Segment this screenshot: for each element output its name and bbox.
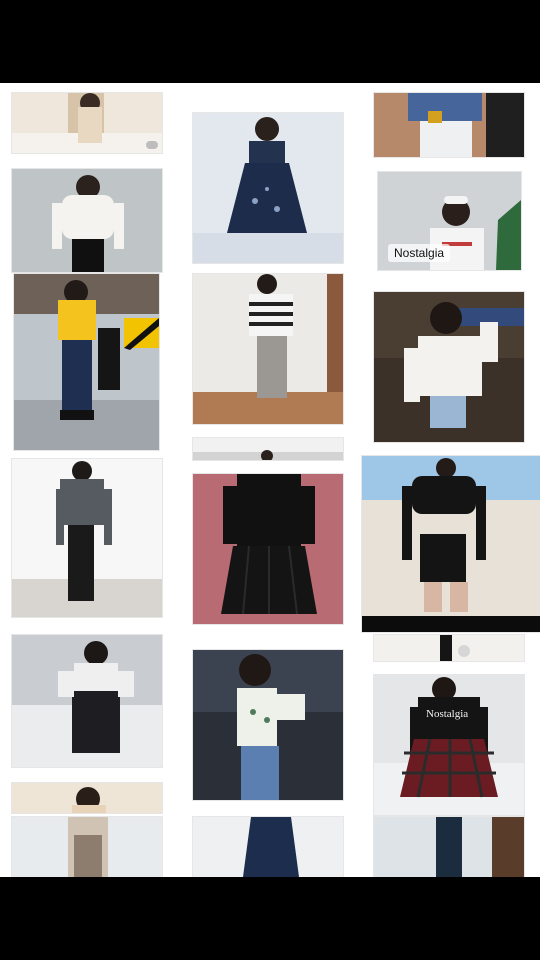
gallery-item-14[interactable] [374,93,524,157]
photo-thin-strip [193,438,343,460]
photo-black-dress-street [12,635,162,767]
gallery-item-nostalgia[interactable]: Nostalgia [374,675,524,815]
gallery-item-6[interactable] [12,783,162,813]
photo-striped-sweater [193,274,343,424]
image-gallery-viewport[interactable]: Nostalgia Nostalgia [0,83,540,877]
shirt-print-text: Nostalgia [426,708,468,720]
photo-yellow-tee-street [14,274,159,450]
photo-white-blouse-denim [193,650,343,800]
gallery-item-18[interactable] [374,635,524,661]
photo-black-pleated-skirt [193,474,343,624]
gallery-item-15[interactable]: Nostalgia [378,172,521,270]
photo-navy-skirt-crop [193,817,343,877]
photo-bottom-right [374,817,524,877]
photo-striped-cardigan [12,459,162,617]
gallery-item-5[interactable] [12,635,162,767]
gallery-item-1[interactable] [12,93,162,153]
photo-white-hoodie-coffee [374,292,524,442]
gallery-item-3[interactable] [14,274,159,450]
gallery-item-7[interactable] [12,817,162,877]
gallery-item-2[interactable] [12,169,162,272]
gallery-item-12[interactable] [193,650,343,800]
gallery-item-11[interactable] [193,474,343,624]
photo-denim-jacket-crop [374,93,524,157]
gallery-item-10[interactable] [193,438,343,460]
photo-top-left [12,93,162,153]
photo-nostalgia-tee-plaid-skirt: Nostalgia [374,675,524,815]
gallery-item-4[interactable] [12,459,162,617]
photo-bottom-left [12,817,162,877]
gallery-item-9[interactable] [193,274,343,424]
gallery-item-17[interactable] [362,456,540,632]
gallery-item-13[interactable] [193,817,343,877]
gallery-item-16[interactable] [374,292,524,442]
photo-white-crop-top [12,169,162,272]
gallery-item-19[interactable] [374,817,524,877]
photo-thin-crop [374,635,524,661]
photo-small-crop [12,783,162,813]
photo-navy-off-shoulder-dress [193,113,343,263]
gallery-item-8[interactable] [193,113,343,263]
photo-black-activewear [362,456,540,632]
scroll-indicator [146,141,158,149]
top-black-bar [0,0,540,83]
bottom-black-bar [0,877,540,960]
